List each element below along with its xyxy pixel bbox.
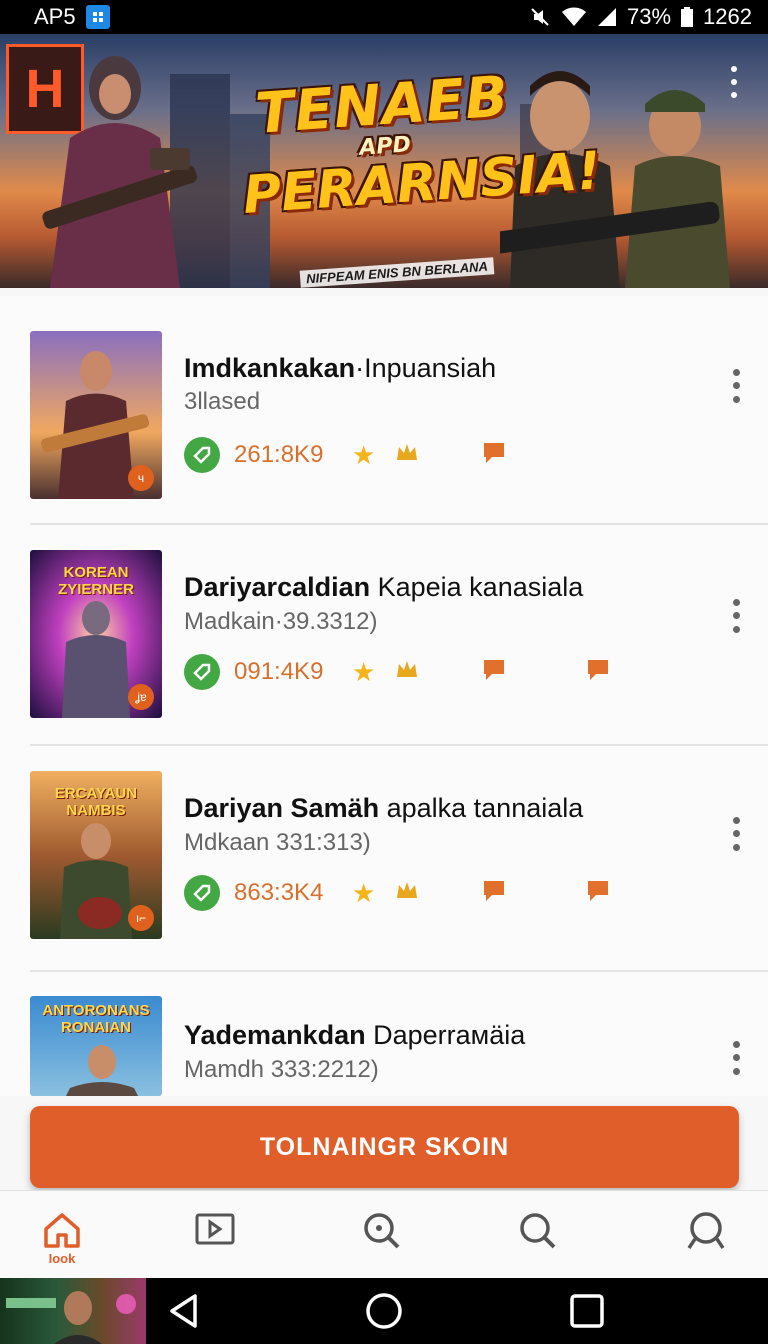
item-title: Imdkankakan·Inpuansiah: [184, 353, 496, 384]
item-title-rest: apalka tannaiala: [379, 793, 584, 823]
item-subtitle: 3llased: [184, 388, 261, 415]
item-meta: 863:3K4 ★: [184, 874, 614, 912]
nav-item-home[interactable]: Iook: [22, 1191, 102, 1279]
star-icon: ★: [352, 656, 376, 687]
thumbnail-badge: ч: [128, 465, 154, 491]
item-title-bold: Dariyan Samäh: [184, 793, 380, 823]
item-title: Yademankdan Daperrамäia: [184, 1020, 525, 1051]
list-item[interactable]: ERCAYAUN NAMBIS ı⌐ Dariyan Samäh apalka …: [0, 746, 768, 972]
home-icon: [44, 1213, 80, 1248]
thumbnail-badge: ʝɐ: [128, 684, 154, 710]
item-thumbnail: ANTORONANS RONAIAN: [30, 996, 162, 1096]
chat-icon: [584, 877, 614, 910]
home-circle-icon[interactable]: [363, 1290, 405, 1332]
banner-subtitle: NIFPEAM ENIS BN BERLANA: [299, 257, 495, 288]
item-more-icon[interactable]: [724, 1038, 748, 1078]
promo-banner[interactable]: H TENAEB APD PERARNSIA! NIFPEAM ENIS BN …: [0, 34, 768, 288]
profile-search-icon: [687, 1212, 725, 1249]
primary-cta-button[interactable]: TOLNAINGR SKOIN: [30, 1106, 739, 1188]
more-vertical-icon[interactable]: [722, 62, 746, 102]
carrier-label: AP5: [34, 4, 76, 29]
item-title: Dariyarcaldian Kapeia kanasiala: [184, 572, 583, 603]
item-more-icon[interactable]: [724, 596, 748, 636]
clock: 1262: [703, 4, 752, 29]
item-thumbnail: ERCAYAUN NAMBIS ı⌐: [30, 771, 162, 939]
thumbnail-caption: KOREAN ZYIERNER: [58, 564, 134, 598]
nav-item-search[interactable]: [498, 1191, 578, 1279]
play-icon: [195, 1213, 235, 1245]
nav-label-home: Iook: [48, 1251, 76, 1266]
battery-icon: [681, 7, 694, 27]
search-icon: [520, 1213, 556, 1249]
crown-icon: [394, 440, 424, 471]
item-more-icon[interactable]: [724, 366, 748, 406]
item-title-bold: Dariyarcaldian: [184, 572, 371, 602]
item-subtitle: Mdkaan 331:313): [184, 829, 371, 856]
item-thumbnail: ч: [30, 331, 162, 499]
status-right: 73% 1262: [529, 4, 752, 30]
nav-item-play[interactable]: [175, 1191, 255, 1279]
tag-icon: [184, 875, 220, 911]
signal-icon: [597, 7, 617, 27]
thumbnail-art: [6, 1291, 136, 1344]
chat-icon: [480, 877, 510, 910]
star-icon: ★: [352, 877, 376, 908]
system-nav-bar: [0, 1278, 768, 1344]
list-item[interactable]: KOREAN ZYIERNER ʝɐ Dariyarcaldian Kapeia…: [0, 524, 768, 746]
tag-icon: [184, 654, 220, 690]
status-left: AP5: [34, 4, 110, 30]
banner-character-left: [42, 56, 197, 288]
item-stat: 863:3K4: [234, 879, 324, 906]
status-bar: AP5 73% 1262: [0, 0, 768, 34]
star-icon: ★: [352, 439, 376, 470]
banner-title: TENAEB APD PERARNSIA!: [236, 64, 603, 226]
list-item[interactable]: ANTORONANS RONAIAN Yademankdan Daperrамä…: [0, 972, 768, 1096]
crown-icon: [394, 657, 424, 688]
item-title-rest: Daperrамäia: [365, 1020, 526, 1050]
chat-icon: [480, 656, 510, 689]
chat-icon: [584, 656, 614, 689]
item-title: Dariyan Samäh apalka tannaiala: [184, 793, 583, 824]
nav-item-profile[interactable]: [666, 1191, 746, 1279]
item-thumbnail: KOREAN ZYIERNER ʝɐ: [30, 550, 162, 718]
item-stat: 261:8K9: [234, 441, 324, 468]
back-icon[interactable]: [163, 1290, 205, 1332]
game-list: ч Imdkankakan·Inpuansiah 3llased 261:8K9…: [0, 296, 768, 1096]
battery-percent: 73%: [627, 4, 672, 29]
recents-icon[interactable]: [566, 1290, 608, 1332]
recent-app-thumbnail[interactable]: [0, 1278, 146, 1344]
nav-item-discover[interactable]: [342, 1191, 422, 1279]
item-stat: 091:4K9: [234, 658, 324, 685]
crown-icon: [394, 878, 424, 909]
item-title-rest: Kapeia kanasiala: [370, 572, 584, 602]
thumbnail-badge: ı⌐: [128, 905, 154, 931]
item-subtitle: Mamdh 333:2212): [184, 1056, 379, 1083]
list-item[interactable]: ч Imdkankakan·Inpuansiah 3llased 261:8K9…: [0, 296, 768, 525]
item-title-bold: Yademankdan: [184, 1020, 366, 1050]
item-meta: 261:8K9 ★: [184, 436, 510, 474]
item-title-rest: ·Inpuansiah: [355, 353, 497, 383]
item-subtitle: Madkain·39.3312): [184, 608, 378, 635]
item-title-bold: Imdkankakan: [184, 353, 356, 383]
thumbnail-caption: ANTORONANS RONAIAN: [42, 1002, 150, 1036]
item-meta: 091:4K9 ★: [184, 653, 614, 691]
search-icon: [364, 1213, 400, 1249]
app-notification-icon: [85, 5, 110, 29]
mute-icon: [529, 6, 551, 28]
thumbnail-caption: ERCAYAUN NAMBIS: [54, 785, 138, 819]
app-screen: AP5 73% 1262 H TENAEB APD PERARNSIA! NIF…: [0, 0, 768, 1344]
bottom-nav: Iook: [0, 1190, 768, 1278]
wifi-icon: [561, 7, 587, 27]
tag-icon: [184, 437, 220, 473]
chat-icon: [480, 439, 510, 472]
item-more-icon[interactable]: [724, 814, 748, 854]
